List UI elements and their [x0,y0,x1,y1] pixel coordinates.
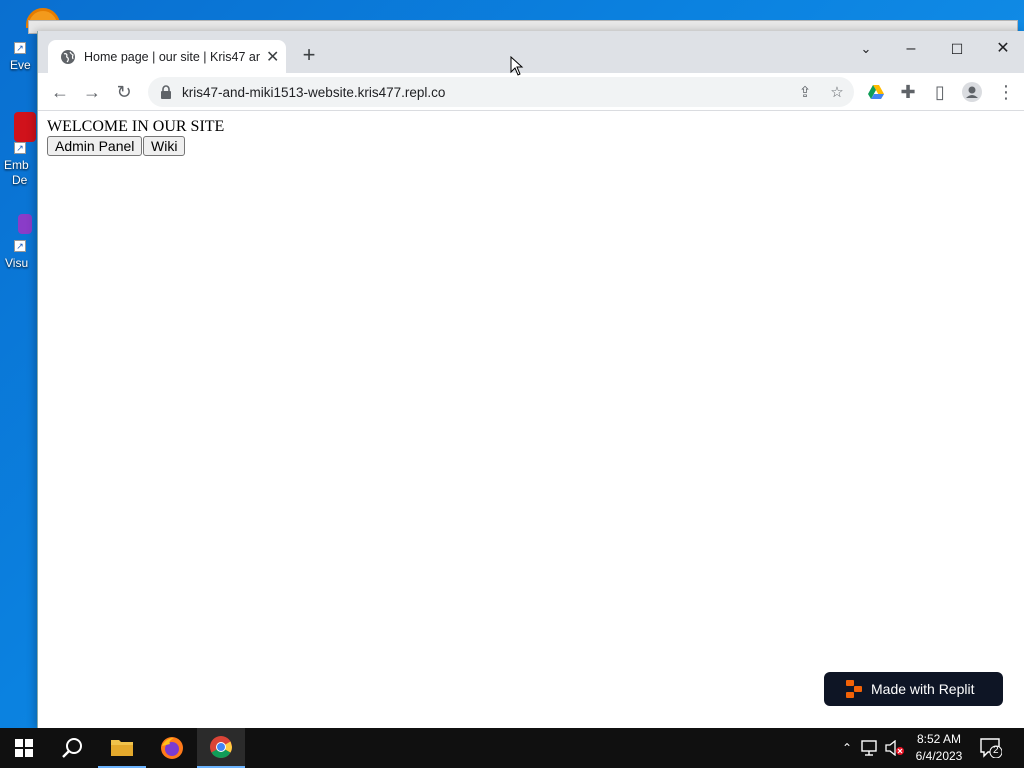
globe-icon [61,49,75,64]
new-tab-button[interactable]: + [296,43,322,69]
browser-window: Home page | our site | Kris47 and ✕ + ⌄ … [37,31,1024,728]
notifications-button[interactable]: 2 [980,728,1006,768]
lock-icon [161,85,171,99]
browser-tab[interactable]: Home page | our site | Kris47 and ✕ [48,40,286,73]
profile-avatar-icon[interactable] [958,78,986,106]
desktop-icon-label: Eve [10,58,31,72]
folder-icon [111,740,133,756]
shortcut-arrow-icon: ↗ [14,42,26,54]
mouse-cursor-icon [510,56,524,76]
windows-logo-icon [15,739,33,757]
replit-logo-icon [846,680,862,698]
desktop-icon-label: Visu [5,256,29,270]
address-bar[interactable]: kris47-and-miki1513-website.kris477.repl… [148,77,854,107]
minimize-button[interactable]: – [896,35,926,63]
extensions-puzzle-icon[interactable]: ✚ [894,78,922,106]
forward-button[interactable]: → [78,78,106,106]
app-icon [14,112,36,142]
clock-date: 6/4/2023 [915,749,963,763]
back-button[interactable]: ← [46,78,74,106]
start-button[interactable] [0,728,48,768]
search-button[interactable] [48,728,96,768]
menu-kebab-icon[interactable]: ⋮ [992,78,1020,106]
shortcut-arrow-icon: ↗ [14,240,26,252]
chrome-icon [210,736,232,758]
firefox-icon [161,737,183,759]
browser-toolbar: ← → ↻ kris47-and-miki1513-website.kris47… [38,73,1024,111]
admin-panel-button[interactable]: Admin Panel [47,136,143,156]
taskbar: ⌃ 8:52 AM 6/4/2023 2 [0,728,1024,768]
bookmark-star-icon[interactable]: ☆ [826,82,848,104]
badge-label: Made with Replit [871,681,975,697]
notification-count: 2 [993,745,999,756]
file-explorer-button[interactable] [98,728,146,768]
url-text: kris47-and-miki1513-website.kris477.repl… [182,84,446,100]
tab-search-icon[interactable]: ⌄ [851,35,881,63]
chrome-button[interactable] [197,728,245,768]
firefox-button[interactable] [148,728,196,768]
visual-studio-icon [18,214,32,234]
show-hidden-icons-chevron-icon[interactable]: ⌃ [838,728,856,768]
search-icon [62,738,82,758]
reload-button[interactable]: ↻ [110,78,138,106]
clock-time: 8:52 AM [916,732,962,746]
side-panel-icon[interactable]: ▯ [926,78,954,106]
page-heading: WELCOME IN OUR SITE [47,118,225,135]
tab-close-icon[interactable]: ✕ [266,47,279,67]
tab-title: Home page | our site | Kris47 and [84,49,260,64]
made-with-replit-badge[interactable]: Made with Replit [824,672,1003,706]
system-clock[interactable]: 8:52 AM 6/4/2023 [904,731,974,765]
desktop-icon-label: De [12,173,28,187]
volume-muted-icon[interactable] [885,728,905,768]
page-content: WELCOME IN OUR SITE Admin Panel Wiki Mad… [38,111,1024,728]
share-icon[interactable]: ⇪ [794,82,816,104]
shortcut-arrow-icon: ↗ [14,142,26,154]
google-drive-extension-icon[interactable] [862,78,890,106]
maximize-button[interactable]: ☐ [942,35,972,63]
browser-titlebar[interactable]: Home page | our site | Kris47 and ✕ + ⌄ … [38,31,1024,73]
close-window-button[interactable]: ✕ [988,35,1018,63]
network-icon[interactable] [861,728,881,768]
desktop-icon-label: Emb [4,158,29,172]
wiki-button[interactable]: Wiki [143,136,186,156]
